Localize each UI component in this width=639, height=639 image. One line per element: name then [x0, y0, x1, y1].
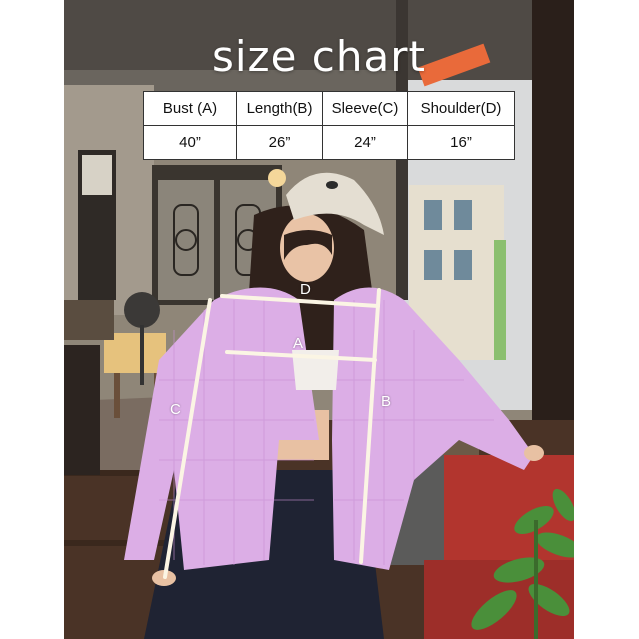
header-sleeve: Sleeve(C) [322, 91, 408, 126]
value-sleeve: 24” [322, 125, 408, 160]
value-shoulder: 16” [407, 125, 515, 160]
header-bust: Bust (A) [143, 91, 237, 126]
bust-line-a [225, 350, 377, 362]
length-line-b [359, 288, 381, 564]
value-length: 26” [236, 125, 323, 160]
sleeve-line-c [163, 298, 212, 579]
table-row: 40” 26” 24” 16” [143, 125, 515, 160]
size-chart-table: Bust (A) Length(B) Sleeve(C) Shoulder(D)… [143, 91, 515, 160]
measure-label-a: A [293, 335, 304, 352]
value-bust: 40” [143, 125, 237, 160]
header-length: Length(B) [236, 91, 323, 126]
header-shoulder: Shoulder(D) [407, 91, 515, 126]
measure-label-c: C [170, 401, 181, 418]
table-header-row: Bust (A) Length(B) Sleeve(C) Shoulder(D) [143, 91, 515, 126]
measure-label-b: B [381, 393, 392, 410]
size-chart-title: size chart [212, 32, 426, 81]
page: size chart Bust (A) Length(B) Sleeve(C) … [0, 0, 639, 639]
measure-label-d: D [300, 281, 311, 298]
